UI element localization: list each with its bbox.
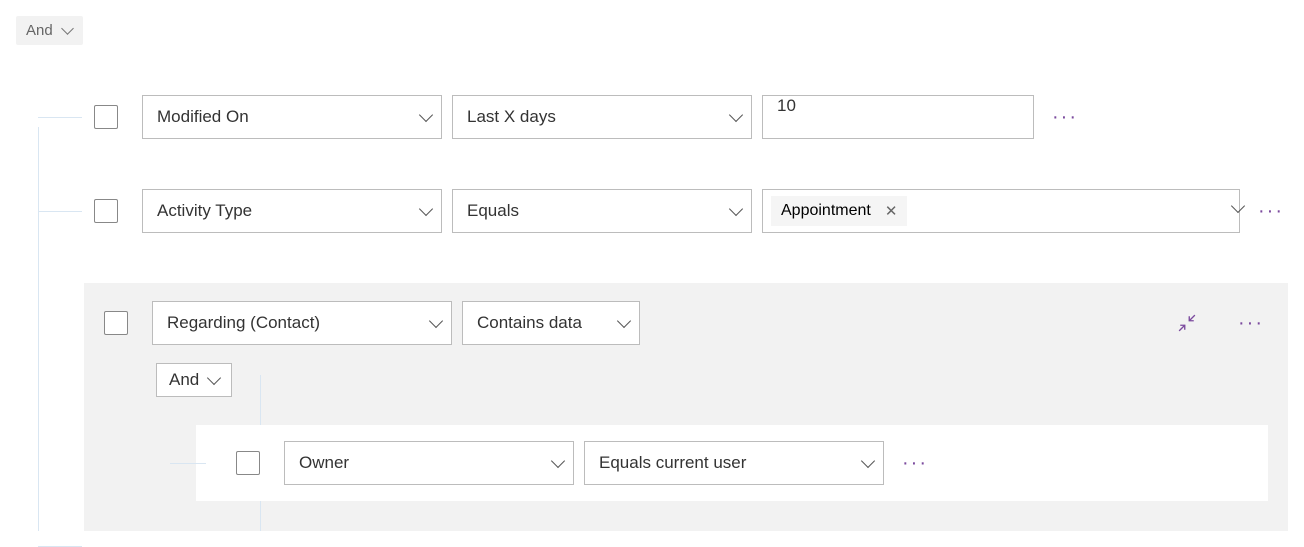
condition-row: Modified On Last X days 10 ···	[24, 95, 1288, 139]
tree-horizontal-line	[38, 211, 82, 212]
tree-horizontal-line	[38, 117, 82, 118]
nested-conditions-tree: And Owner Equals current user ···	[156, 363, 1268, 501]
nested-operator[interactable]: And	[156, 363, 232, 397]
select-checkbox[interactable]	[94, 199, 118, 223]
tag-label: Appointment	[781, 202, 871, 220]
collapse-icon[interactable]	[1178, 314, 1196, 332]
operator-label: Equals	[467, 201, 519, 221]
condition-row: Activity Type Equals Appointment ✕ ···	[24, 189, 1288, 233]
chevron-down-icon	[617, 317, 625, 329]
field-dropdown[interactable]: Owner	[284, 441, 574, 485]
tree-vertical-line	[38, 127, 39, 531]
operator-dropdown[interactable]: Equals current user	[584, 441, 884, 485]
operator-label: Equals current user	[599, 453, 746, 473]
root-operator-label: And	[26, 22, 53, 39]
chevron-down-icon	[729, 205, 737, 217]
field-dropdown[interactable]: Activity Type	[142, 189, 442, 233]
more-actions-button[interactable]: ···	[1254, 200, 1288, 223]
related-entity-block: Regarding (Contact) Contains data	[84, 283, 1288, 531]
field-label: Activity Type	[157, 201, 252, 221]
related-field-dropdown[interactable]: Regarding (Contact)	[152, 301, 452, 345]
operator-dropdown[interactable]: Equals	[452, 189, 752, 233]
query-builder: And Modified On Last X days 10 ···	[16, 16, 1288, 531]
remove-tag-button[interactable]: ✕	[885, 202, 898, 220]
field-dropdown[interactable]: Modified On	[142, 95, 442, 139]
conditions-tree: Modified On Last X days 10 ··· Activity …	[24, 95, 1288, 531]
related-op-dropdown[interactable]: Contains data	[462, 301, 640, 345]
select-checkbox[interactable]	[236, 451, 260, 475]
operator-label: Last X days	[467, 107, 556, 127]
more-actions-button[interactable]: ···	[1048, 106, 1082, 129]
value-tag: Appointment ✕	[771, 196, 907, 226]
value-input[interactable]: 10	[762, 95, 1034, 139]
related-block-actions: ···	[1178, 312, 1268, 335]
operator-dropdown[interactable]: Last X days	[452, 95, 752, 139]
chevron-down-icon	[551, 457, 559, 469]
nested-operator-label: And	[169, 370, 199, 390]
value-tag-input[interactable]: Appointment ✕	[762, 189, 1240, 233]
more-actions-button[interactable]: ···	[1234, 312, 1268, 335]
root-operator[interactable]: And	[16, 16, 83, 45]
more-actions-button[interactable]: ···	[898, 452, 932, 475]
chevron-down-icon	[419, 111, 427, 123]
related-entity-header: Regarding (Contact) Contains data	[104, 301, 1268, 345]
related-field-label: Regarding (Contact)	[167, 313, 320, 333]
field-label: Owner	[299, 453, 349, 473]
chevron-down-icon	[729, 111, 737, 123]
chevron-down-icon	[61, 25, 73, 37]
chevron-down-icon	[861, 457, 869, 469]
chevron-down-icon	[419, 205, 427, 217]
tree-horizontal-line	[170, 463, 206, 464]
value-text: 10	[777, 96, 796, 115]
chevron-down-icon	[429, 317, 437, 329]
chevron-down-icon	[207, 374, 219, 386]
condition-row: Owner Equals current user ···	[196, 425, 1268, 501]
related-op-label: Contains data	[477, 313, 582, 333]
field-label: Modified On	[157, 107, 249, 127]
select-checkbox[interactable]	[104, 311, 128, 335]
select-checkbox[interactable]	[94, 105, 118, 129]
